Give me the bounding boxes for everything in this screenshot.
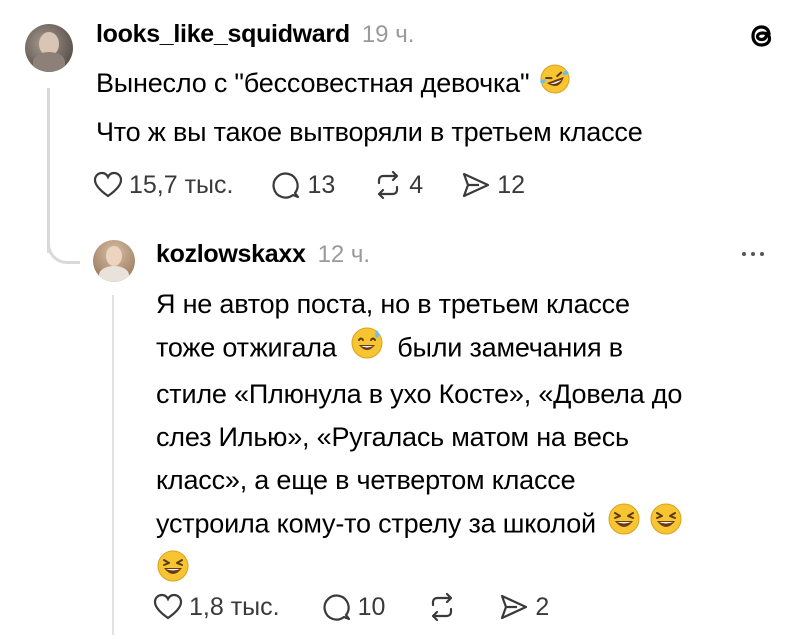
reply-line-2: тоже отжигала были замечания в bbox=[156, 326, 781, 373]
like-count: 1,8 тыс. bbox=[189, 592, 280, 621]
comment-icon bbox=[272, 172, 300, 199]
like-button[interactable]: 1,8 тыс. bbox=[153, 593, 280, 622]
thread-curve bbox=[47, 236, 80, 264]
post-time: 19 ч. bbox=[361, 21, 415, 48]
post-username[interactable]: looks_like_squidward bbox=[96, 20, 350, 49]
heart-icon bbox=[93, 171, 123, 198]
laughing-emoji-icon bbox=[156, 549, 190, 596]
post-line-2: Что ж вы такое вытворяли в третьем класс… bbox=[96, 116, 643, 147]
post-line-1: Вынесло с "бессовестная девочка" bbox=[96, 62, 776, 107]
reply-header: kozlowskaxx 12 ч. bbox=[156, 240, 370, 269]
like-button[interactable]: 15,7 тыс. bbox=[93, 171, 233, 200]
reply-time: 12 ч. bbox=[317, 241, 371, 268]
reply-line-1: Я не автор поста, но в третьем классе bbox=[156, 289, 630, 319]
comment-button[interactable]: 10 bbox=[322, 592, 386, 622]
post-actions: 15,7 тыс. 13 4 12 bbox=[93, 170, 525, 200]
reply-line-7 bbox=[156, 549, 781, 596]
share-button[interactable]: 12 bbox=[461, 170, 525, 200]
heart-icon bbox=[153, 593, 183, 620]
repost-button[interactable]: 4 bbox=[373, 170, 423, 200]
share-count: 12 bbox=[497, 170, 525, 199]
laughing-emoji-icon bbox=[607, 502, 641, 549]
like-count: 15,7 тыс. bbox=[129, 170, 234, 199]
share-button[interactable]: 2 bbox=[499, 592, 549, 622]
repost-icon bbox=[378, 170, 399, 200]
sweat-smile-emoji-icon bbox=[350, 326, 384, 373]
avatar[interactable] bbox=[25, 24, 73, 72]
more-options-icon[interactable] bbox=[742, 252, 764, 256]
reply-line-6: устроила кому-то стрелу за школой bbox=[156, 502, 781, 549]
repost-button[interactable] bbox=[427, 592, 457, 622]
repost-count: 4 bbox=[409, 170, 424, 199]
reply-actions: 1,8 тыс. 10 2 bbox=[153, 592, 549, 622]
share-icon bbox=[463, 172, 490, 198]
repost-icon bbox=[432, 592, 453, 622]
comment-count: 13 bbox=[307, 170, 336, 199]
post-text: Вынесло с "бессовестная девочка" Что ж в… bbox=[96, 62, 776, 153]
rofl-emoji-icon bbox=[537, 63, 573, 107]
laughing-emoji-icon bbox=[649, 502, 683, 549]
comment-icon bbox=[323, 594, 350, 621]
share-icon bbox=[501, 594, 528, 620]
reply-line-3: стиле «Плюнула в ухо Косте», «Довела до bbox=[156, 379, 683, 409]
reply-line-4: слез Илью», «Ругалась матом на весь bbox=[156, 422, 629, 452]
reply-line-5: класс», а еще в четвертом классе bbox=[156, 465, 576, 495]
threads-logo-icon[interactable] bbox=[748, 19, 778, 53]
share-count: 2 bbox=[535, 592, 550, 621]
comment-count: 10 bbox=[357, 592, 386, 621]
post-header: looks_like_squidward 19 ч. bbox=[96, 20, 414, 49]
reply-text: Я не автор поста, но в третьем классе то… bbox=[156, 283, 781, 596]
comment-button[interactable]: 13 bbox=[271, 170, 335, 200]
reply-username[interactable]: kozlowskaxx bbox=[156, 240, 306, 269]
thread-line bbox=[47, 88, 50, 253]
reply-thread-line bbox=[112, 295, 114, 635]
avatar[interactable] bbox=[93, 240, 135, 282]
